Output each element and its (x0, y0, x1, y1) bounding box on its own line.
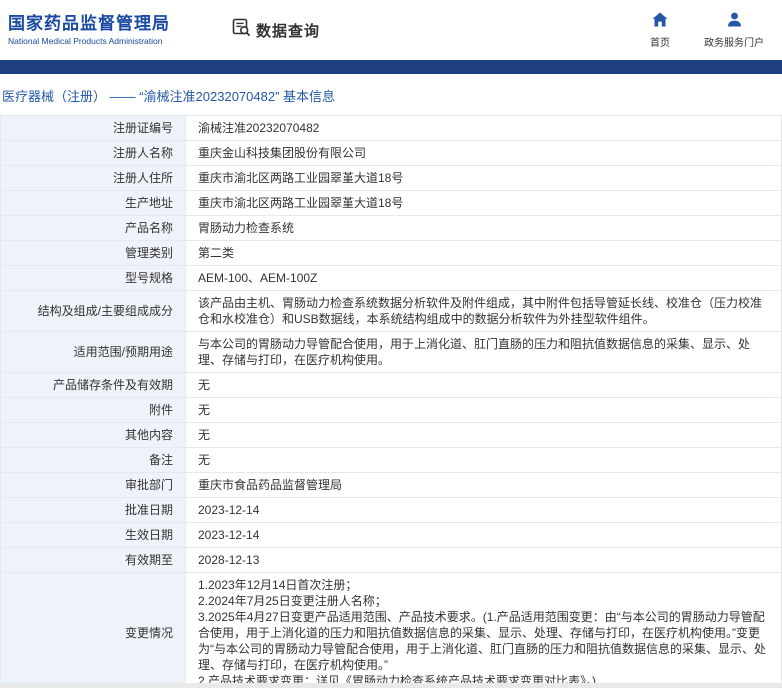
row-value: 渝械注准20232070482 (185, 115, 782, 141)
row-value: AEM-100、AEM-100Z (185, 265, 782, 291)
row-value: 2023-12-14 (185, 522, 782, 548)
row-value: 重庆市渝北区两路工业园翠堇大道18号 (185, 190, 782, 216)
page: 国家药品监督管理局 National Medical Products Admi… (0, 0, 782, 683)
table-row: 生效日期 2023-12-14 (0, 522, 782, 548)
org-name-en: National Medical Products Administration (8, 36, 163, 46)
row-label: 有效期至 (0, 547, 186, 573)
table-row: 有效期至 2028-12-13 (0, 547, 782, 573)
table-row: 变更情况 1.2023年12月14日首次注册； 2.2024年7月25日变更注册… (0, 572, 782, 683)
org-name-cn: 国家药品监督管理局 (8, 14, 170, 33)
row-value: 无 (185, 372, 782, 398)
table-row: 型号规格 AEM-100、AEM-100Z (0, 265, 782, 291)
data-query-icon (232, 18, 251, 42)
row-label: 批准日期 (0, 497, 186, 523)
row-label: 结构及组成/主要组成成分 (0, 290, 186, 332)
row-value: 1.2023年12月14日首次注册； 2.2024年7月25日变更注册人名称； … (185, 572, 782, 683)
row-label: 变更情况 (0, 572, 186, 683)
row-label: 生产地址 (0, 190, 186, 216)
divider-bar (0, 60, 782, 74)
row-value: 该产品由主机、胃肠动力检查系统数据分析软件及附件组成，其中附件包括导管延长线、校… (185, 290, 782, 332)
table-row: 产品储存条件及有效期 无 (0, 372, 782, 398)
table-row: 管理类别 第二类 (0, 240, 782, 266)
table-row: 适用范围/预期用途 与本公司的胃肠动力导管配合使用，用于上消化道、肛门直肠的压力… (0, 331, 782, 373)
row-value: 胃肠动力检查系统 (185, 215, 782, 241)
row-label: 备注 (0, 447, 186, 473)
data-query-label: 数据查询 (256, 22, 321, 40)
row-value: 重庆市食品药品监督管理局 (185, 472, 782, 498)
site-header: 国家药品监督管理局 National Medical Products Admi… (0, 0, 782, 60)
nav-portal[interactable]: 政务服务门户 (704, 12, 764, 49)
row-label: 注册人名称 (0, 140, 186, 166)
row-value: 无 (185, 447, 782, 473)
breadcrumb: 医疗器械（注册） —— “渝械注准20232070482” 基本信息 (2, 89, 336, 104)
table-row: 结构及组成/主要组成成分 该产品由主机、胃肠动力检查系统数据分析软件及附件组成，… (0, 290, 782, 332)
table-row: 批准日期 2023-12-14 (0, 497, 782, 523)
row-label: 管理类别 (0, 240, 186, 266)
row-value: 与本公司的胃肠动力导管配合使用，用于上消化道、肛门直肠的压力和阻抗值数据信息的采… (185, 331, 782, 373)
row-value: 2023-12-14 (185, 497, 782, 523)
row-label: 适用范围/预期用途 (0, 331, 186, 373)
info-table-body: 注册证编号 渝械注准20232070482 注册人名称 重庆金山科技集团股份有限… (0, 115, 782, 683)
row-label: 附件 (0, 397, 186, 423)
home-icon (652, 12, 668, 32)
nav-portal-label: 政务服务门户 (704, 37, 764, 49)
table-row: 审批部门 重庆市食品药品监督管理局 (0, 472, 782, 498)
row-label: 产品名称 (0, 215, 186, 241)
row-label: 型号规格 (0, 265, 186, 291)
row-value: 无 (185, 397, 782, 423)
table-row: 附件 无 (0, 397, 782, 423)
nav-home[interactable]: 首页 (650, 12, 670, 49)
row-value: 重庆金山科技集团股份有限公司 (185, 140, 782, 166)
row-label: 注册人住所 (0, 165, 186, 191)
row-label: 生效日期 (0, 522, 186, 548)
row-label: 审批部门 (0, 472, 186, 498)
table-row: 生产地址 重庆市渝北区两路工业园翠堇大道18号 (0, 190, 782, 216)
table-row: 产品名称 胃肠动力检查系统 (0, 215, 782, 241)
top-nav: 首页 政务服务门户 (650, 12, 764, 49)
table-row: 注册证编号 渝械注准20232070482 (0, 115, 782, 141)
table-row: 注册人名称 重庆金山科技集团股份有限公司 (0, 140, 782, 166)
data-query-title: 数据查询 (232, 18, 320, 42)
row-label: 注册证编号 (0, 115, 186, 141)
row-value: 重庆市渝北区两路工业园翠堇大道18号 (185, 165, 782, 191)
table-row: 其他内容 无 (0, 422, 782, 448)
row-value: 无 (185, 422, 782, 448)
row-value: 2028-12-13 (185, 547, 782, 573)
person-icon (727, 12, 742, 32)
org-logo[interactable]: 国家药品监督管理局 National Medical Products Admi… (8, 13, 170, 47)
nav-home-label: 首页 (650, 37, 670, 49)
table-row: 备注 无 (0, 447, 782, 473)
row-value: 第二类 (185, 240, 782, 266)
table-row: 注册人住所 重庆市渝北区两路工业园翠堇大道18号 (0, 165, 782, 191)
info-table: 注册证编号 渝械注准20232070482 注册人名称 重庆金山科技集团股份有限… (0, 115, 782, 683)
row-label: 产品储存条件及有效期 (0, 372, 186, 398)
row-label: 其他内容 (0, 422, 186, 448)
